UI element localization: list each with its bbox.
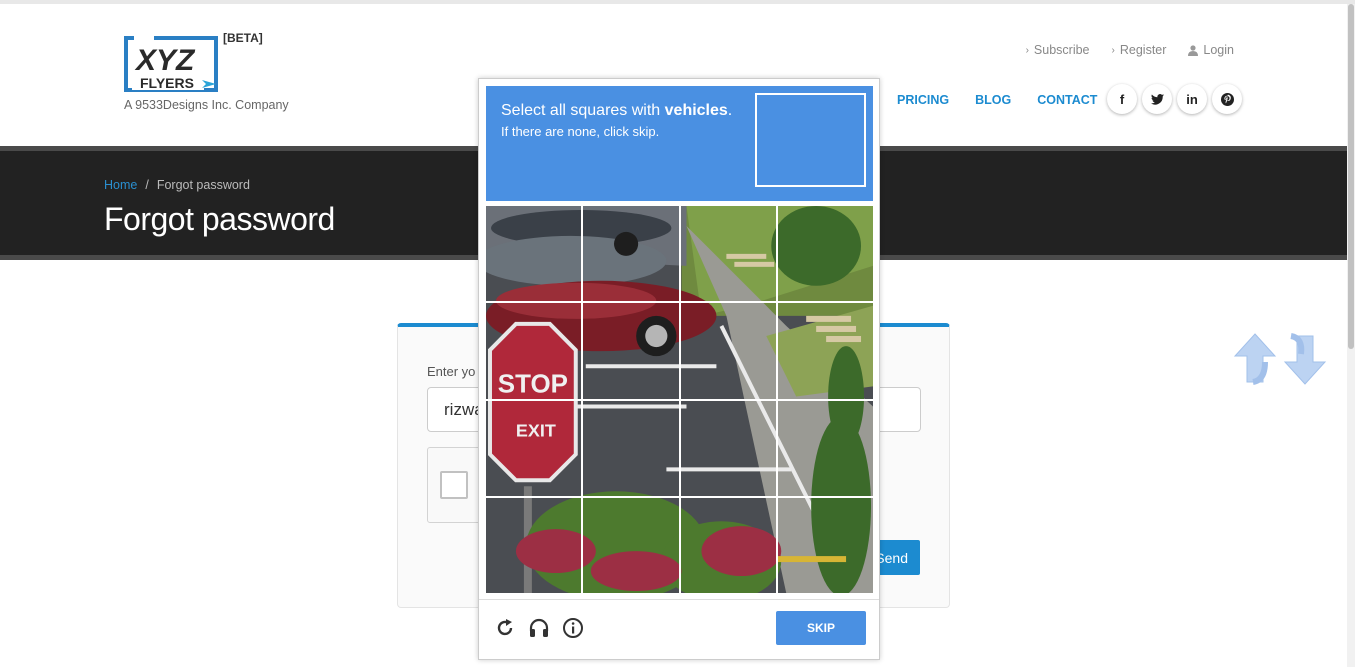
captcha-tile-3-3[interactable]: [680, 400, 776, 496]
scroll-arrows-icon[interactable]: [1231, 332, 1329, 386]
register-link[interactable]: › Register: [1112, 43, 1167, 57]
chevron-right-icon: ›: [1111, 44, 1115, 56]
twitter-icon[interactable]: [1142, 84, 1172, 114]
top-strip: [0, 0, 1355, 4]
subscribe-label: Subscribe: [1033, 43, 1090, 57]
login-link[interactable]: Login: [1188, 43, 1234, 57]
reload-icon[interactable]: [494, 617, 516, 639]
logo-text: XYZ: [134, 44, 196, 77]
captcha-tile-4-2[interactable]: [583, 497, 679, 593]
main-nav: PRICING BLOG CONTACT: [897, 93, 1123, 107]
facebook-icon[interactable]: f: [1107, 84, 1137, 114]
captcha-tile-3-2[interactable]: [583, 400, 679, 496]
skip-button[interactable]: SKIP: [776, 611, 866, 645]
top-links: › Subscribe › Register Login: [1026, 43, 1234, 57]
breadcrumb-separator: /: [145, 178, 149, 192]
captcha-grid: [486, 206, 873, 593]
logo-sub: FLYERS: [140, 75, 194, 91]
captcha-target-word: vehicles: [664, 102, 728, 119]
nav-pricing[interactable]: PRICING: [897, 93, 949, 107]
recaptcha-checkbox[interactable]: [440, 471, 468, 499]
headphones-icon[interactable]: [528, 617, 550, 639]
user-icon: [1188, 44, 1199, 56]
register-label: Register: [1119, 43, 1167, 57]
chevron-right-icon: ›: [1025, 44, 1029, 56]
company-tagline: A 9533Designs Inc. Company: [124, 98, 289, 112]
captcha-tile-4-4[interactable]: [777, 497, 873, 593]
login-label: Login: [1203, 43, 1234, 57]
captcha-header: Select all squares with vehicles. If the…: [486, 86, 873, 201]
page-scrollbar[interactable]: [1347, 4, 1355, 667]
captcha-tile-1-2[interactable]: [583, 206, 679, 302]
captcha-subtext: If there are none, click skip.: [501, 124, 660, 139]
captcha-tile-2-2[interactable]: [583, 303, 679, 399]
pinterest-icon[interactable]: [1212, 84, 1242, 114]
captcha-tile-1-3[interactable]: [680, 206, 776, 302]
captcha-challenge: Select all squares with vehicles. If the…: [478, 78, 880, 660]
email-label: Enter yo: [427, 364, 476, 379]
captcha-tile-1-1[interactable]: [486, 206, 582, 302]
page-title: Forgot password: [104, 201, 335, 237]
captcha-tile-2-4[interactable]: [777, 303, 873, 399]
info-icon[interactable]: [562, 617, 584, 639]
captcha-tile-1-4[interactable]: [777, 206, 873, 302]
logo-mark: XYZ FLYERS: [124, 36, 218, 92]
captcha-footer: SKIP: [479, 599, 879, 659]
captcha-tile-2-1[interactable]: [486, 303, 582, 399]
captcha-tile-2-3[interactable]: [680, 303, 776, 399]
captcha-tile-3-4[interactable]: [777, 400, 873, 496]
nav-contact[interactable]: CONTACT: [1037, 93, 1097, 107]
captcha-tile-3-1[interactable]: [486, 400, 582, 496]
site-logo[interactable]: XYZ FLYERS [BETA] A 9533Designs Inc. Com…: [124, 30, 294, 115]
breadcrumb-home[interactable]: Home: [104, 178, 137, 192]
breadcrumb: Home / Forgot password: [104, 178, 250, 192]
captcha-sample-box: [755, 93, 866, 187]
breadcrumb-current: Forgot password: [156, 178, 250, 192]
scrollbar-thumb[interactable]: [1348, 4, 1354, 349]
captcha-tile-4-3[interactable]: [680, 497, 776, 593]
captcha-instruction: Select all squares with vehicles.: [501, 102, 733, 119]
captcha-tile-4-1[interactable]: [486, 497, 582, 593]
social-links: f in: [1107, 84, 1242, 114]
subscribe-link[interactable]: › Subscribe: [1026, 43, 1090, 57]
linkedin-icon[interactable]: in: [1177, 84, 1207, 114]
beta-badge: [BETA]: [223, 31, 263, 45]
nav-blog[interactable]: BLOG: [975, 93, 1011, 107]
